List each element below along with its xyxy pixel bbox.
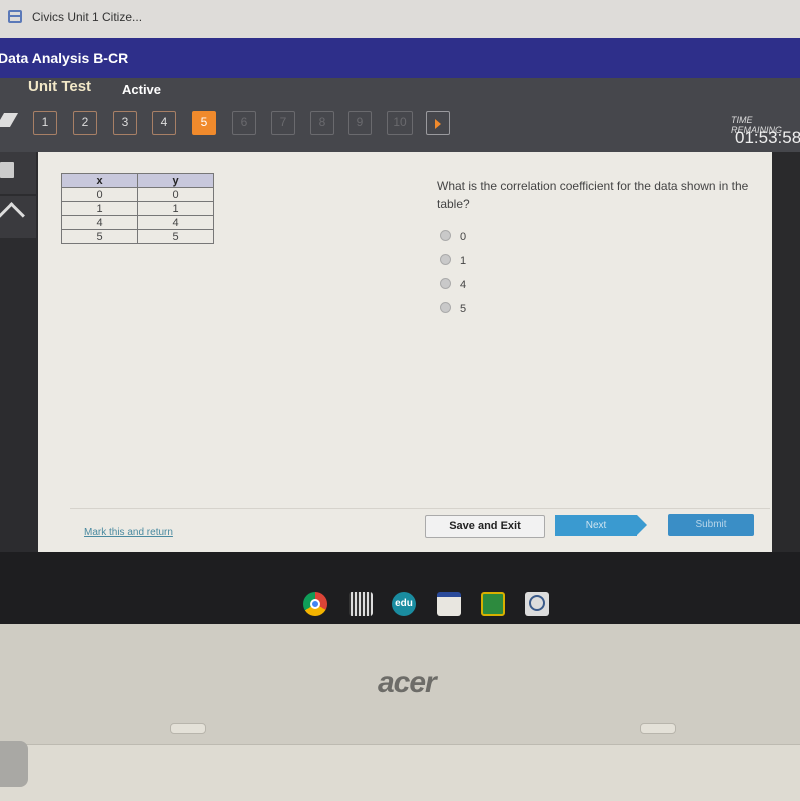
question-nav-5[interactable]: 5 xyxy=(192,111,216,135)
course-title: Data Analysis B-CR xyxy=(0,50,129,66)
tool-sidebar xyxy=(0,152,38,552)
question-nav-9[interactable]: 9 xyxy=(348,111,372,135)
column-header-x: x xyxy=(61,173,138,188)
radio-button[interactable] xyxy=(440,254,451,265)
submit-button[interactable]: Submit xyxy=(668,514,754,536)
cell-x: 4 xyxy=(61,215,138,230)
radio-button[interactable] xyxy=(440,230,451,241)
question-text: What is the correlation coefficient for … xyxy=(437,179,749,211)
browser-tab[interactable]: Civics Unit 1 Citize... xyxy=(32,10,142,24)
question-nav-3[interactable]: 3 xyxy=(113,111,137,135)
choice-label: 5 xyxy=(460,303,467,315)
question-nav-6[interactable]: 6 xyxy=(232,111,256,135)
answer-choice[interactable]: 0 xyxy=(440,230,466,243)
table-row: 4 4 xyxy=(61,215,214,230)
data-table: x y 0 0 1 1 4 4 5 5 xyxy=(61,173,214,244)
cell-y: 4 xyxy=(137,215,214,230)
laptop-brand-logo: acer xyxy=(378,666,437,699)
calculator-icon xyxy=(0,162,14,178)
cell-x: 0 xyxy=(61,187,138,202)
google-classroom-icon[interactable] xyxy=(481,592,505,616)
qr-code-icon[interactable] xyxy=(349,592,373,616)
question-nav-8[interactable]: 8 xyxy=(310,111,334,135)
question-nav-7[interactable]: 7 xyxy=(271,111,295,135)
table-row: 0 0 xyxy=(61,187,214,202)
browser-tab-bar: Civics Unit 1 Citize... xyxy=(0,0,800,38)
footer-divider xyxy=(70,508,770,509)
cell-y: 0 xyxy=(137,187,214,202)
caret-up-icon xyxy=(0,202,25,229)
bezel-bumper xyxy=(170,723,206,734)
question-nav-1[interactable]: 1 xyxy=(33,111,57,135)
table-row: 5 5 xyxy=(61,229,214,244)
save-and-exit-button[interactable]: Save and Exit xyxy=(425,515,545,538)
next-question-arrow[interactable] xyxy=(426,111,450,135)
answer-choice[interactable]: 1 xyxy=(440,254,466,267)
table-header-row: x y xyxy=(61,173,214,188)
question-nav-10[interactable]: 10 xyxy=(387,111,413,135)
hinge-cap xyxy=(0,741,28,787)
answer-choice[interactable]: 5 xyxy=(440,302,466,315)
chrome-icon[interactable] xyxy=(303,592,327,616)
choice-label: 1 xyxy=(460,255,467,267)
bezel-bumper xyxy=(640,723,676,734)
next-button[interactable]: Next xyxy=(555,515,647,536)
cell-x: 5 xyxy=(61,229,138,244)
answer-choice[interactable]: 4 xyxy=(440,278,466,291)
search-lens-icon[interactable] xyxy=(525,592,549,616)
mark-and-return-link[interactable]: Mark this and return xyxy=(84,527,173,538)
table-row: 1 1 xyxy=(61,201,214,216)
reference-tool[interactable] xyxy=(0,196,36,238)
app-icon[interactable] xyxy=(437,592,461,616)
play-arrow-icon xyxy=(435,119,441,129)
page-icon xyxy=(8,10,22,23)
question-nav-4[interactable]: 4 xyxy=(152,111,176,135)
status-label: Active xyxy=(122,82,162,97)
column-header-y: y xyxy=(137,173,214,188)
cell-y: 5 xyxy=(137,229,214,244)
edu-icon[interactable]: edu xyxy=(392,592,416,616)
choice-label: 4 xyxy=(460,279,467,291)
radio-button[interactable] xyxy=(440,278,451,289)
laptop-hinge xyxy=(0,744,800,801)
radio-button[interactable] xyxy=(440,302,451,313)
choice-label: 0 xyxy=(460,231,467,243)
question-nav-2[interactable]: 2 xyxy=(73,111,97,135)
time-remaining-value: 01:53:58 xyxy=(735,128,800,147)
cell-y: 1 xyxy=(137,201,214,216)
unit-title: Unit Test xyxy=(28,78,92,95)
calculator-tool[interactable] xyxy=(0,152,36,194)
cell-x: 1 xyxy=(61,201,138,216)
